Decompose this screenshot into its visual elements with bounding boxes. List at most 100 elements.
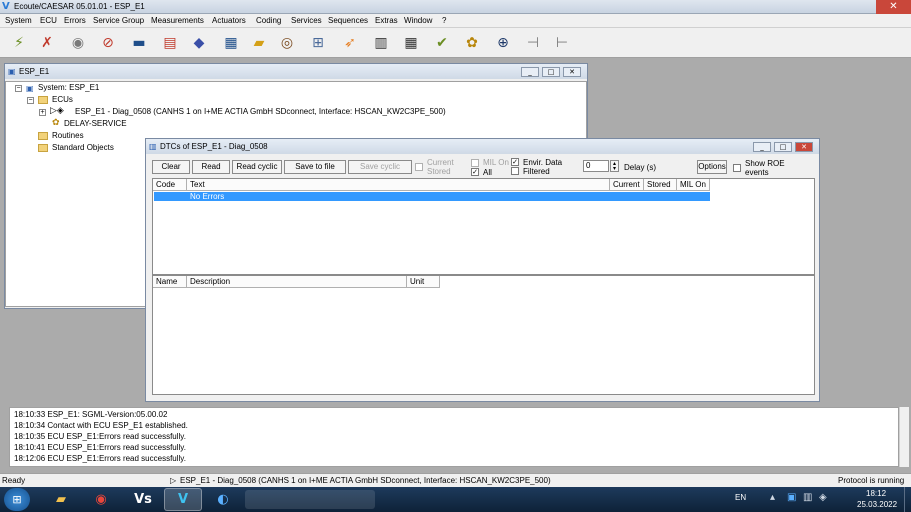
show-desktop-button[interactable] [904, 487, 911, 512]
table-icon[interactable]: ▦ [400, 32, 422, 54]
column-header-current[interactable]: Current [610, 179, 644, 191]
log-scrollbar[interactable] [899, 407, 909, 467]
expand-icon[interactable]: + [39, 109, 46, 116]
envir-data-label: Envir. Data [523, 158, 563, 167]
folder-icon [38, 144, 48, 152]
collapse-icon[interactable]: − [27, 97, 34, 104]
save-to-file-button[interactable]: Save to file [284, 160, 346, 174]
menu-service-group[interactable]: Service Group [93, 16, 144, 25]
collapse-icon[interactable]: − [15, 85, 22, 92]
tree-node-delay-service[interactable]: DELAY-SERVICE [64, 119, 127, 128]
menu-services[interactable]: Services [291, 16, 322, 25]
table-row[interactable]: No Errors [154, 192, 710, 201]
app-title-bar: V Ecoute/CAESAR 05.01.01 - ESP_E1 ✕ [0, 0, 911, 14]
envir-data-checkbox[interactable]: ✓ [511, 158, 519, 166]
filtered-checkbox[interactable] [511, 167, 519, 175]
menu-errors[interactable]: Errors [64, 16, 86, 25]
explorer-icon[interactable]: ▰ [42, 488, 80, 511]
menu-help[interactable]: ? [442, 16, 446, 25]
dtc-table: Code Text Current Stored MIL On No Error… [152, 178, 815, 275]
delay-input[interactable]: 0 [583, 160, 609, 172]
tree-node-routines[interactable]: Routines [52, 131, 84, 140]
menu-ecu[interactable]: ECU [40, 16, 57, 25]
tree-node-ecu[interactable]: ESP_E1 - Diag_0508 (CANHS 1 on I+ME ACTI… [75, 107, 446, 116]
ecu-icon: ▷◈ [50, 106, 64, 116]
folder-icon [38, 132, 48, 140]
unplug-icon[interactable]: ⊢ [551, 32, 573, 54]
tray-app-icon[interactable]: ▣ [787, 492, 796, 503]
column-header-mil-on[interactable]: MIL On [677, 179, 710, 191]
folder-check-icon[interactable]: ✔ [431, 32, 453, 54]
show-roe-label: Show ROE [745, 159, 785, 168]
current-checkbox[interactable] [415, 163, 423, 171]
close-button[interactable]: ✕ [795, 142, 813, 152]
ecu-icon[interactable]: ▬ [128, 32, 150, 54]
delay-stepper[interactable]: ▴ ▾ [610, 160, 619, 172]
start-button[interactable]: ⊞ [4, 488, 30, 511]
network-icon[interactable]: ▥ [803, 492, 812, 503]
tools-icon[interactable]: ✿ [461, 32, 483, 54]
ecu-tree-window-title: ESP_E1 [19, 67, 50, 76]
menu-coding[interactable]: Coding [256, 16, 281, 25]
close-button[interactable]: ✕ [563, 67, 581, 77]
flash-icon[interactable]: ➶ [339, 32, 361, 54]
stored-label: Stored [427, 167, 451, 176]
maximize-button[interactable]: □ [774, 142, 792, 152]
plug-icon[interactable]: ⊣ [522, 32, 544, 54]
vs-app-icon[interactable]: Vs [124, 488, 162, 511]
menu-actuators[interactable]: Actuators [212, 16, 246, 25]
document-icon[interactable]: ▥ [370, 32, 392, 54]
menu-system[interactable]: System [5, 16, 32, 25]
status-bar: Ready ▷ ESP_E1 - Diag_0508 (CANHS 1 on I… [0, 473, 911, 487]
language-indicator[interactable]: EN [735, 493, 746, 502]
menu-sequences[interactable]: Sequences [328, 16, 368, 25]
column-header-code[interactable]: Code [153, 179, 187, 191]
read-button[interactable]: Read [192, 160, 230, 174]
car-icon[interactable]: ◆ [188, 32, 210, 54]
fault-memory-icon[interactable]: ▤ [159, 32, 181, 54]
column-header-stored[interactable]: Stored [644, 179, 677, 191]
read-cyclic-button[interactable]: Read cyclic [232, 160, 282, 174]
eye-icon[interactable]: ◎ [276, 32, 298, 54]
chrome-icon[interactable]: ◉ [82, 488, 120, 511]
clock-date[interactable]: 25.03.2022 [857, 500, 897, 509]
options-button[interactable]: Options [697, 160, 727, 174]
save-cyclic-button[interactable]: Save cyclic [348, 160, 412, 174]
taskbar-item[interactable] [245, 490, 375, 509]
check-icon[interactable]: ◉ [67, 32, 89, 54]
tree-node-ecus[interactable]: ECUs [52, 95, 73, 104]
column-header-unit[interactable]: Unit [407, 276, 440, 288]
network-icon[interactable]: ⊞ [307, 32, 329, 54]
measure-icon[interactable]: ▦ [220, 32, 242, 54]
app-close-button[interactable]: ✕ [876, 0, 911, 14]
all-checkbox[interactable]: ✓ [471, 168, 479, 176]
folder-icon [38, 96, 48, 104]
caesar-app-icon[interactable]: V [164, 488, 202, 511]
binoculars-icon[interactable]: ⊕ [492, 32, 514, 54]
show-roe-checkbox[interactable] [733, 164, 741, 172]
column-header-description[interactable]: Description [187, 276, 407, 288]
minimize-button[interactable]: _ [521, 67, 539, 77]
column-header-text[interactable]: Text [187, 179, 610, 191]
menu-measurements[interactable]: Measurements [151, 16, 204, 25]
maximize-button[interactable]: □ [542, 67, 560, 77]
app-logo-icon: V [2, 1, 10, 12]
volume-icon[interactable]: ◈ [819, 492, 827, 503]
app-icon[interactable]: ◐ [204, 488, 242, 511]
clock-time[interactable]: 18:12 [866, 489, 886, 498]
connect-icon[interactable]: ⚡ [8, 32, 30, 54]
menu-bar: System ECU Errors Service Group Measurem… [0, 14, 911, 28]
menu-extras[interactable]: Extras [375, 16, 398, 25]
clear-icon[interactable]: ⊘ [97, 32, 119, 54]
tree-node-system[interactable]: System: ESP_E1 [38, 83, 99, 92]
mil-on-checkbox[interactable] [471, 159, 479, 167]
status-protocol: Protocol is running [838, 476, 905, 485]
folder-icon[interactable]: ▰ [248, 32, 270, 54]
minimize-button[interactable]: _ [753, 142, 771, 152]
disconnect-icon[interactable]: ✗ [36, 32, 58, 54]
column-header-name[interactable]: Name [153, 276, 187, 288]
tree-node-standard-objects[interactable]: Standard Objects [52, 143, 114, 152]
clear-button[interactable]: Clear [152, 160, 190, 174]
tray-expand-icon[interactable]: ▴ [770, 492, 775, 503]
menu-window[interactable]: Window [404, 16, 432, 25]
